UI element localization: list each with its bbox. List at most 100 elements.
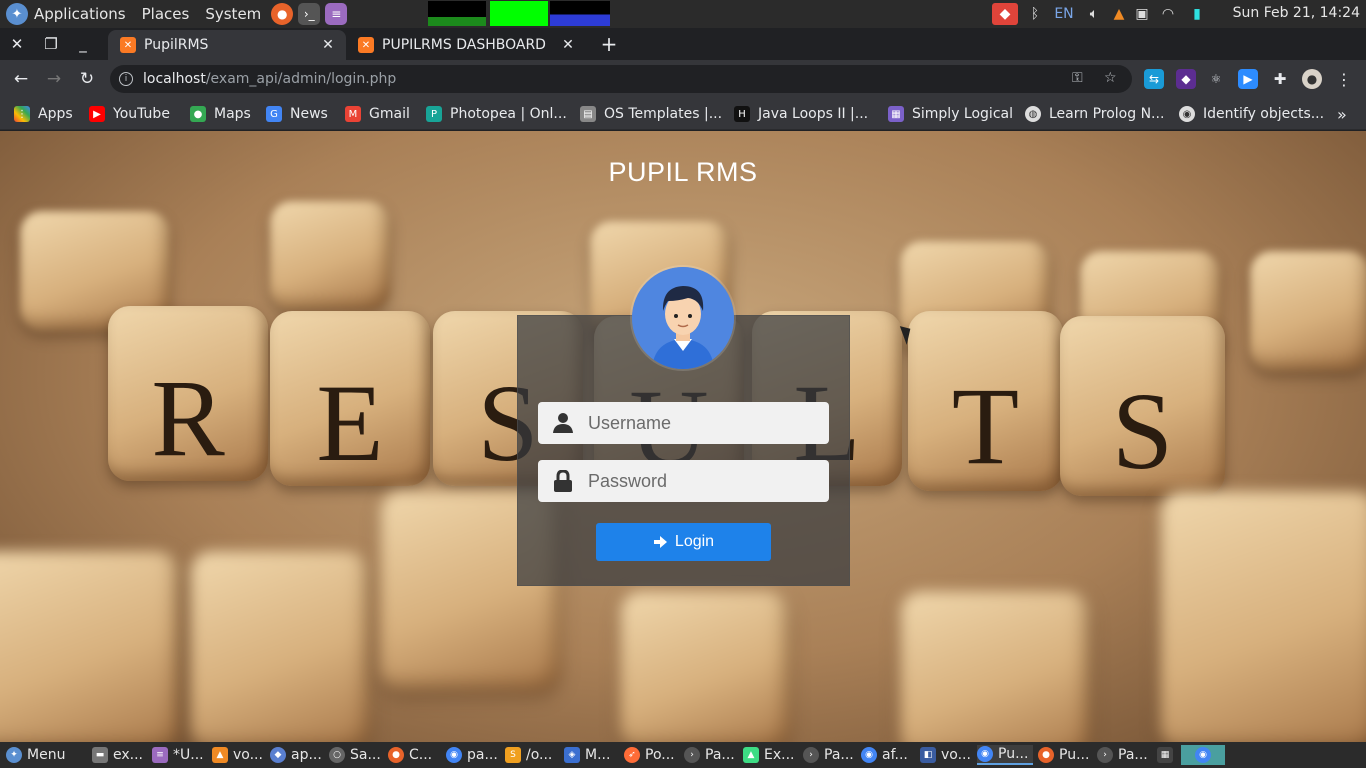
login-button[interactable]: Login bbox=[596, 523, 771, 561]
taskbar-item[interactable]: ◉ af... bbox=[861, 745, 917, 765]
bookmark-youtube[interactable]: ▶ YouTube bbox=[89, 105, 170, 123]
xampp-favicon-icon: ✕ bbox=[358, 37, 374, 53]
sublime-icon: S bbox=[505, 747, 521, 763]
taskbar-item[interactable]: › Pa... bbox=[1097, 745, 1153, 765]
apps-grid-icon: ⋮ bbox=[14, 106, 30, 122]
vlc-tray-icon[interactable]: ▲ bbox=[1110, 3, 1128, 25]
extension-translate-icon[interactable]: ⇆ bbox=[1144, 69, 1164, 89]
taskbar-item[interactable]: S/o... bbox=[505, 745, 561, 765]
places-menu[interactable]: Places bbox=[142, 5, 190, 23]
extension-zoom-icon[interactable]: ▶ bbox=[1238, 69, 1258, 89]
foreground-die bbox=[620, 591, 790, 742]
anydesk-tray-icon[interactable]: ◆ bbox=[992, 3, 1018, 25]
taskbar-item[interactable]: ➶ Po... bbox=[624, 745, 680, 765]
address-bar[interactable]: i localhost/exam_api/admin/login.php ⚿ ☆ bbox=[110, 65, 1132, 93]
distro-logo-icon[interactable]: ✦ bbox=[6, 3, 28, 25]
memory-monitor-graph bbox=[490, 1, 548, 26]
youtube-icon: ▶ bbox=[89, 106, 105, 122]
taskbar-item[interactable]: ▬ ex... bbox=[92, 745, 148, 765]
taskbar-item[interactable]: ○ Sa... bbox=[329, 745, 385, 765]
username-input[interactable] bbox=[588, 403, 818, 443]
username-field[interactable] bbox=[538, 402, 829, 444]
extensions-puzzle-icon[interactable]: ✚ bbox=[1270, 69, 1290, 89]
bookmark-maps[interactable]: ● Maps bbox=[190, 105, 251, 123]
workspace-indicator[interactable]: ◉ bbox=[1181, 745, 1225, 765]
close-window-icon[interactable]: ✕ bbox=[6, 34, 28, 54]
workspace-switcher-icon[interactable]: ▦ bbox=[1157, 745, 1177, 765]
taskbar-item[interactable]: ◈ M... bbox=[564, 745, 620, 765]
photopea-icon: P bbox=[426, 106, 442, 122]
clock[interactable]: Sun Feb 21, 14:24 bbox=[1233, 5, 1360, 21]
results-die: S bbox=[1060, 316, 1225, 496]
results-die: R bbox=[108, 306, 268, 481]
keyboard-layout-indicator[interactable]: EN bbox=[1052, 3, 1076, 25]
terminal-launcher-icon[interactable]: ›_ bbox=[298, 3, 321, 25]
bookmark-identify-objects[interactable]: ◉ Identify objects... bbox=[1179, 105, 1324, 123]
more-bookmarks-icon[interactable]: » bbox=[1337, 105, 1347, 124]
bluetooth-icon[interactable]: ᛒ bbox=[1026, 3, 1044, 25]
bookmark-star-icon[interactable]: ☆ bbox=[1104, 70, 1117, 86]
profile-avatar[interactable]: ● bbox=[1302, 69, 1322, 89]
taskbar: ✦ Menu ▬ ex... ≡ *U... ▲ vo... ◆ ap... ○ Sa..… bbox=[0, 742, 1366, 768]
volume-icon[interactable]: 🔈︎ bbox=[1084, 3, 1104, 25]
top-panel: ✦ Applications Places System ● ›_ ≡ ◆ ᛒ … bbox=[0, 0, 1366, 28]
extension-react-icon[interactable]: ⚛ bbox=[1206, 69, 1226, 89]
bookmark-gmail[interactable]: M Gmail bbox=[345, 105, 410, 123]
key-icon[interactable]: ⚿ bbox=[1072, 70, 1083, 86]
tab-pupilrms-dashboard[interactable]: ✕ PUPILRMS DASHBOARD ✕ bbox=[346, 30, 586, 60]
site-info-icon[interactable]: i bbox=[119, 72, 133, 86]
close-tab-icon[interactable]: ✕ bbox=[320, 37, 336, 53]
bookmark-photopea[interactable]: P Photopea | Onl... bbox=[426, 105, 567, 123]
taskbar-item[interactable]: › Pa... bbox=[803, 745, 859, 765]
taskbar-item[interactable]: ◉ pa... bbox=[446, 745, 502, 765]
text-editor-launcher-icon[interactable]: ≡ bbox=[325, 3, 348, 25]
hackerrank-icon: H bbox=[734, 106, 750, 122]
display-tray-icon[interactable]: ▣ bbox=[1132, 3, 1152, 25]
taskbar-item[interactable]: ● C... bbox=[388, 745, 444, 765]
avatar bbox=[632, 267, 734, 369]
tab-pupilrms[interactable]: ✕ PupilRMS ✕ bbox=[108, 30, 346, 60]
taskbar-item-active[interactable]: ◉ Pu... bbox=[977, 745, 1033, 765]
network-monitor-graph bbox=[550, 1, 610, 26]
distro-logo-icon: ✦ bbox=[6, 747, 22, 763]
bookmark-apps[interactable]: ⋮ Apps bbox=[14, 105, 73, 123]
firefox-launcher-icon[interactable]: ● bbox=[271, 3, 294, 25]
user-icon bbox=[538, 402, 588, 444]
system-menu[interactable]: System bbox=[205, 5, 261, 23]
foreground-die bbox=[0, 551, 180, 742]
bookmark-simply-logical[interactable]: ▦ Simply Logical bbox=[888, 105, 1013, 123]
identify-icon: ◉ bbox=[1179, 106, 1195, 122]
bookmark-news[interactable]: G News bbox=[266, 105, 328, 123]
taskbar-item[interactable]: ◧ vo... bbox=[920, 745, 976, 765]
back-icon[interactable]: ← bbox=[10, 68, 32, 90]
firefox-icon: ● bbox=[388, 747, 404, 763]
forward-icon[interactable]: → bbox=[43, 68, 65, 90]
minimize-window-icon[interactable]: _ bbox=[72, 34, 94, 54]
new-tab-icon[interactable]: + bbox=[598, 32, 620, 56]
extension-badge-icon[interactable]: ◆ bbox=[1176, 69, 1196, 89]
close-tab-icon[interactable]: ✕ bbox=[560, 37, 576, 53]
taskbar-item[interactable]: ◆ ap... bbox=[270, 745, 326, 765]
password-input[interactable] bbox=[588, 461, 818, 501]
user-avatar-icon bbox=[632, 267, 734, 369]
simply-logical-icon: ▦ bbox=[888, 106, 904, 122]
taskbar-item[interactable]: ▲ Ex... bbox=[743, 745, 799, 765]
chrome-icon: ◉ bbox=[1195, 747, 1211, 763]
terminal-icon: › bbox=[803, 747, 819, 763]
password-field[interactable] bbox=[538, 460, 829, 502]
taskbar-item[interactable]: › Pa... bbox=[684, 745, 740, 765]
battery-icon[interactable]: ▮ bbox=[1188, 3, 1206, 25]
bookmark-os-templates[interactable]: ▤ OS Templates |... bbox=[580, 105, 722, 123]
taskbar-menu-button[interactable]: ✦ Menu bbox=[6, 745, 86, 765]
taskbar-item[interactable]: ≡ *U... bbox=[152, 745, 208, 765]
taskbar-item[interactable]: ● Pu... bbox=[1038, 745, 1094, 765]
taskbar-item[interactable]: ▲ vo... bbox=[212, 745, 268, 765]
news-icon: G bbox=[266, 106, 282, 122]
browser-menu-icon[interactable]: ⋮ bbox=[1334, 69, 1354, 89]
bookmark-java-loops[interactable]: H Java Loops II |... bbox=[734, 105, 868, 123]
bookmark-learn-prolog[interactable]: ◍ Learn Prolog N... bbox=[1025, 105, 1164, 123]
applications-menu[interactable]: Applications bbox=[34, 5, 126, 23]
restore-window-icon[interactable]: ❐ bbox=[40, 34, 62, 54]
reload-icon[interactable]: ↻ bbox=[76, 68, 98, 90]
wifi-icon[interactable]: ◠ bbox=[1158, 3, 1178, 25]
